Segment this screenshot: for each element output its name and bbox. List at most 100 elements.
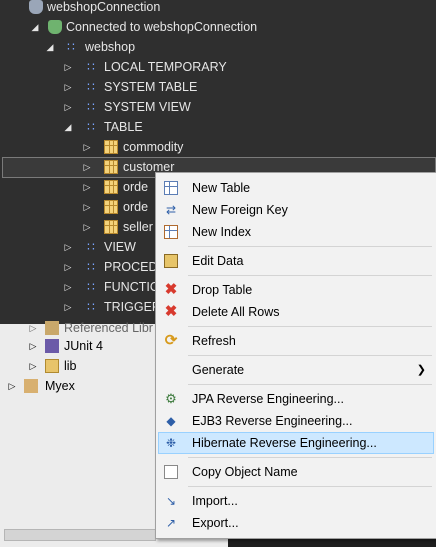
- tree-item-label: PROCEDU: [104, 260, 155, 274]
- expand-arrow-icon[interactable]: ▷: [82, 137, 92, 157]
- ejb3-icon: ◆: [166, 414, 176, 428]
- new-index-icon: [164, 225, 178, 239]
- folder-icon: ∷: [87, 100, 95, 114]
- table-icon: [104, 140, 118, 154]
- tree-item-label: JUnit 4: [64, 339, 103, 353]
- menu-item-label: JPA Reverse Engineering...: [192, 392, 344, 406]
- tree-item-label: TABLE: [104, 120, 143, 134]
- expand-arrow-icon[interactable]: ▷: [63, 57, 73, 77]
- tree-item-table[interactable]: ◢ ∷ TABLE: [0, 117, 300, 137]
- menu-item-label: EJB3 Reverse Engineering...: [192, 414, 353, 428]
- menu-item-new-index[interactable]: New Index: [158, 221, 434, 243]
- menu-item-generate[interactable]: Generate ❯: [158, 359, 434, 381]
- tree-item-system-table[interactable]: ▷ ∷ SYSTEM TABLE: [0, 77, 300, 97]
- menu-item-import[interactable]: ↘ Import...: [158, 490, 434, 512]
- menu-item-hibernate-reverse-engineering[interactable]: ❉ Hibernate Reverse Engineering...: [158, 432, 434, 454]
- menu-item-jpa-reverse-engineering[interactable]: ⚙ JPA Reverse Engineering...: [158, 388, 434, 410]
- tree-item-procedure[interactable]: ▷ ∷ PROCEDU: [0, 257, 155, 277]
- new-table-icon: [164, 181, 178, 195]
- menu-item-delete-all-rows[interactable]: ✖ Delete All Rows: [158, 301, 434, 323]
- folder-icon: ∷: [87, 300, 95, 314]
- folder-icon: ∷: [87, 80, 95, 94]
- menu-item-new-table[interactable]: New Table: [158, 177, 434, 199]
- menu-item-export[interactable]: ↗ Export...: [158, 512, 434, 534]
- menu-item-label: Export...: [192, 516, 239, 530]
- menu-item-label: Generate: [192, 363, 245, 377]
- tree-item-label: FUNCTIO: [104, 280, 155, 294]
- expand-arrow-icon[interactable]: ▷: [63, 277, 73, 297]
- expand-arrow-icon[interactable]: ▷: [28, 318, 38, 338]
- expand-arrow-icon[interactable]: ▷: [63, 77, 73, 97]
- tree-item-system-view[interactable]: ▷ ∷ SYSTEM VIEW: [0, 97, 300, 117]
- tree-item-label: orde: [123, 180, 149, 194]
- foreign-key-icon: ⇄: [165, 203, 177, 217]
- horizontal-scrollbar[interactable]: [4, 529, 156, 541]
- import-icon: ↘: [165, 494, 177, 508]
- table-icon: [104, 220, 118, 234]
- menu-item-refresh[interactable]: ⟳ Refresh: [158, 330, 434, 352]
- copy-icon: [164, 465, 178, 479]
- menu-item-new-foreign-key[interactable]: ⇄ New Foreign Key: [158, 199, 434, 221]
- export-icon: ↗: [165, 516, 177, 530]
- menu-item-label: Refresh: [192, 334, 236, 348]
- menu-separator: [188, 326, 432, 327]
- tree-item-function[interactable]: ▷ ∷ FUNCTIO: [0, 277, 155, 297]
- submenu-arrow-icon: ❯: [416, 364, 426, 376]
- tree-item-connection-root[interactable]: webshopConnection: [0, 0, 300, 17]
- hibernate-icon: ❉: [165, 436, 177, 450]
- expand-arrow-icon[interactable]: ▷: [7, 376, 17, 396]
- expand-arrow-icon[interactable]: ▷: [82, 157, 92, 177]
- tree-item-label: commodity: [123, 140, 184, 154]
- menu-item-drop-table[interactable]: ✖ Drop Table: [158, 279, 434, 301]
- menu-separator: [188, 384, 432, 385]
- menu-item-label: New Index: [192, 225, 252, 239]
- folder-icon: ∷: [87, 260, 95, 274]
- expand-arrow-icon[interactable]: ▷: [63, 257, 73, 277]
- folder-icon: [45, 359, 59, 373]
- tree-item-referenced-libraries[interactable]: ▷ Referenced Libr: [0, 318, 155, 338]
- expand-arrow-icon[interactable]: ▷: [28, 336, 38, 356]
- tree-item-trigger[interactable]: ▷ ∷ TRIGGER: [0, 297, 155, 317]
- expand-arrow-icon[interactable]: ▷: [82, 217, 92, 237]
- expand-arrow-icon[interactable]: ▷: [63, 97, 73, 117]
- menu-item-label: Edit Data: [192, 254, 244, 268]
- tree-item-table-commodity[interactable]: ▷ commodity: [0, 137, 300, 157]
- menu-item-label: Drop Table: [192, 283, 253, 297]
- collapse-arrow-icon[interactable]: ◢: [45, 37, 55, 57]
- tree-item-label: Referenced Libr: [64, 321, 153, 335]
- tree-item-local-temporary[interactable]: ▷ ∷ LOCAL TEMPORARY: [0, 57, 300, 77]
- menu-item-edit-data[interactable]: Edit Data: [158, 250, 434, 272]
- collapse-arrow-icon[interactable]: ◢: [30, 17, 40, 37]
- tree-item-label: orde: [123, 200, 149, 214]
- menu-separator: [188, 457, 432, 458]
- tree-item-lib[interactable]: ▷ lib: [0, 356, 155, 376]
- library-icon: [45, 321, 59, 335]
- tree-item-table-orde-1[interactable]: ▷ orde: [0, 177, 155, 197]
- menu-item-ejb3-reverse-engineering[interactable]: ◆ EJB3 Reverse Engineering...: [158, 410, 434, 432]
- tree-item-table-orde-2[interactable]: ▷ orde: [0, 197, 155, 217]
- tree-item-table-seller[interactable]: ▷ seller: [0, 217, 155, 237]
- project-icon: [24, 379, 38, 393]
- tree-item-connected[interactable]: ◢ Connected to webshopConnection: [0, 17, 300, 37]
- connection-icon: [48, 20, 62, 34]
- expand-arrow-icon[interactable]: ▷: [63, 237, 73, 257]
- menu-separator: [188, 355, 432, 356]
- menu-item-label: Hibernate Reverse Engineering...: [192, 436, 377, 450]
- tree-item-schema[interactable]: ◢ ∷ webshop: [0, 37, 300, 57]
- expand-arrow-icon[interactable]: ▷: [82, 177, 92, 197]
- menu-separator: [188, 246, 432, 247]
- tree-item-view[interactable]: ▷ ∷ VIEW: [0, 237, 155, 257]
- tree-item-label: lib: [64, 359, 77, 373]
- expand-arrow-icon[interactable]: ▷: [82, 197, 92, 217]
- delete-x-icon: ✖: [164, 303, 178, 320]
- tree-item-label: SYSTEM VIEW: [104, 100, 191, 114]
- expand-arrow-icon[interactable]: ▷: [28, 356, 38, 376]
- tree-item-junit[interactable]: ▷ JUnit 4: [0, 336, 155, 356]
- edit-data-icon: [164, 254, 178, 268]
- table-icon: [104, 200, 118, 214]
- table-icon: [104, 160, 118, 174]
- tree-item-project-myex[interactable]: ▷ Myex: [0, 376, 155, 396]
- collapse-arrow-icon[interactable]: ◢: [63, 117, 73, 137]
- expand-arrow-icon[interactable]: ▷: [63, 297, 73, 317]
- menu-item-copy-object-name[interactable]: Copy Object Name: [158, 461, 434, 483]
